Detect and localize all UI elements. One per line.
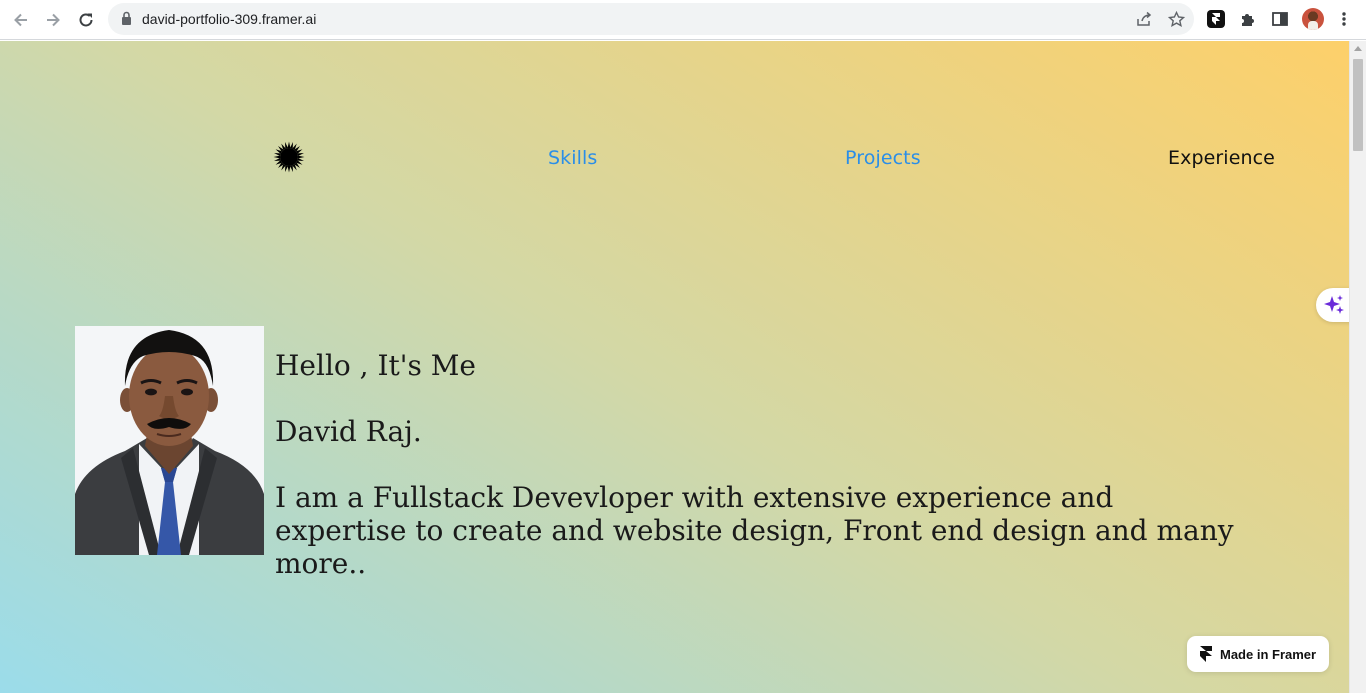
profile-avatar[interactable] [1302, 8, 1324, 30]
star-icon [1167, 10, 1185, 27]
lock-icon [122, 11, 131, 25]
side-panel-icon [1272, 12, 1288, 26]
framer-extension-icon [1207, 10, 1225, 28]
scrollbar-thumb[interactable] [1353, 59, 1363, 151]
side-panel-button[interactable] [1270, 9, 1290, 29]
nav-link-skills[interactable]: Skills [548, 147, 597, 169]
hero-name: David Raj. [275, 415, 422, 448]
page-scrollbar[interactable] [1349, 41, 1366, 693]
hero-greeting: Hello , It's Me [275, 349, 476, 382]
nav-link-projects[interactable]: Projects [845, 147, 921, 169]
arrow-left-icon [14, 13, 27, 27]
made-in-framer-badge[interactable]: Made in Framer [1187, 636, 1329, 672]
sparkle-icon [1324, 295, 1344, 314]
back-button[interactable] [9, 8, 33, 32]
arrow-right-icon [47, 13, 60, 27]
framer-extension-button[interactable] [1206, 9, 1226, 29]
profile-photo [75, 326, 264, 555]
share-icon [1137, 11, 1152, 26]
framer-logo-icon [1200, 646, 1212, 662]
ai-assistant-button[interactable] [1316, 288, 1349, 322]
scroll-up-arrow[interactable] [1354, 46, 1362, 51]
browser-menu-button[interactable] [1334, 9, 1354, 29]
sunburst-logo-icon[interactable] [273, 141, 305, 173]
share-button[interactable] [1135, 10, 1153, 28]
kebab-menu-icon [1342, 12, 1346, 26]
reload-icon [79, 13, 93, 27]
forward-button[interactable] [41, 8, 65, 32]
bookmark-button[interactable] [1167, 10, 1185, 28]
url-text: david-portfolio-309.framer.ai [142, 11, 317, 27]
extensions-button[interactable] [1238, 9, 1258, 29]
reload-button[interactable] [74, 8, 98, 32]
hero-bio: I am a Fullstack Devevloper with extensi… [275, 481, 1234, 580]
browser-toolbar: david-portfolio-309.framer.ai [0, 0, 1366, 40]
badge-label: Made in Framer [1220, 646, 1317, 662]
address-bar[interactable]: david-portfolio-309.framer.ai [108, 3, 1194, 35]
nav-link-experience[interactable]: Experience [1168, 147, 1275, 169]
puzzle-icon [1242, 14, 1254, 26]
page-viewport: Skills Projects Experience Hello , It's … [0, 41, 1349, 693]
